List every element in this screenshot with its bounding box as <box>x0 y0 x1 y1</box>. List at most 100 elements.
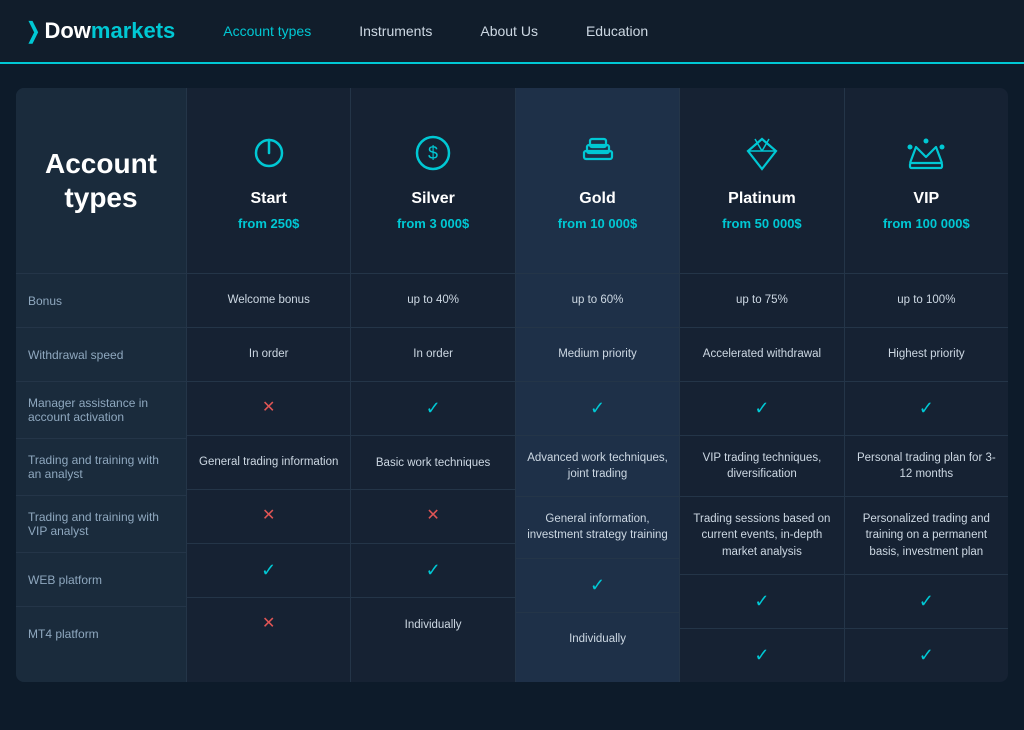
row-label-web: WEB platform <box>16 552 186 606</box>
nav-item-instruments[interactable]: Instruments <box>359 19 432 43</box>
col-silver-price: from 3 000$ <box>397 216 469 231</box>
logo-dow: Dow <box>44 18 90 43</box>
vip-manager: ✓ <box>845 381 1008 435</box>
nav-item-about-us[interactable]: About Us <box>480 19 538 43</box>
gold-manager: ✓ <box>516 381 679 435</box>
col-vip-price: from 100 000$ <box>883 216 970 231</box>
row-label-mt4: MT4 platform <box>16 606 186 660</box>
col-platinum-name: Platinum <box>728 190 796 208</box>
col-gold-price: from 10 000$ <box>558 216 638 231</box>
platinum-withdrawal: Accelerated withdrawal <box>680 327 843 381</box>
silver-manager: ✓ <box>351 381 514 435</box>
platinum-bonus: up to 75% <box>680 273 843 327</box>
check-icon: ✓ <box>919 643 934 668</box>
start-vip: ✕ <box>187 489 350 543</box>
start-mt4: ✕ <box>187 597 350 651</box>
cross-icon: ✕ <box>262 505 275 527</box>
row-label-trading-analyst: Trading and training with an analyst <box>16 438 186 495</box>
row-label-manager: Manager assistance in account activation <box>16 381 186 438</box>
col-start-name: Start <box>250 190 286 208</box>
check-icon: ✓ <box>426 558 441 583</box>
check-icon: ✓ <box>754 589 769 614</box>
row-labels: Bonus Withdrawal speed Manager assistanc… <box>16 273 186 682</box>
nav-menu: Account types Instruments About Us Educa… <box>223 19 648 43</box>
platinum-web: ✓ <box>680 574 843 628</box>
cross-icon: ✕ <box>262 613 275 635</box>
account-type-columns: Start from 250$ Welcome bonus In order ✕… <box>186 88 1008 682</box>
logo-arrow-icon: ❭ <box>24 18 42 44</box>
vip-withdrawal: Highest priority <box>845 327 1008 381</box>
cross-icon: ✕ <box>262 397 275 419</box>
check-icon: ✓ <box>590 396 605 421</box>
col-platinum: Platinum from 50 000$ up to 75% Accelera… <box>679 88 843 682</box>
row-label-withdrawal: Withdrawal speed <box>16 327 186 381</box>
gold-mt4: Individually <box>516 612 679 666</box>
col-platinum-price: from 50 000$ <box>722 216 802 231</box>
power-icon <box>247 131 291 182</box>
col-gold: Gold from 10 000$ up to 60% Medium prior… <box>515 88 679 682</box>
check-icon: ✓ <box>754 396 769 421</box>
vip-mt4: ✓ <box>845 628 1008 682</box>
svg-text:$: $ <box>428 143 438 163</box>
silver-trading: Basic work techniques <box>351 435 514 489</box>
col-vip-name: VIP <box>913 190 939 208</box>
check-icon: ✓ <box>590 573 605 598</box>
platinum-vip: Trading sessions based on current events… <box>680 496 843 573</box>
col-vip-header: VIP from 100 000$ <box>845 88 1008 273</box>
platinum-manager: ✓ <box>680 381 843 435</box>
vip-web: ✓ <box>845 574 1008 628</box>
check-icon: ✓ <box>261 558 276 583</box>
nav-item-account-types[interactable]: Account types <box>223 19 311 43</box>
start-web: ✓ <box>187 543 350 597</box>
platinum-mt4: ✓ <box>680 628 843 682</box>
cross-icon: ✕ <box>426 505 439 527</box>
row-label-bonus: Bonus <box>16 273 186 327</box>
comparison-table: Account types Bonus Withdrawal speed Man… <box>16 88 1008 682</box>
diamond-icon <box>740 131 784 182</box>
col-platinum-header: Platinum from 50 000$ <box>680 88 843 273</box>
col-gold-header: Gold from 10 000$ <box>516 88 679 273</box>
gold-trading: Advanced work techniques, joint trading <box>516 435 679 496</box>
col-silver: $ Silver from 3 000$ up to 40% In order … <box>350 88 514 682</box>
logo[interactable]: ❭ Dowmarkets <box>24 18 175 44</box>
crown-icon <box>904 131 948 182</box>
gold-withdrawal: Medium priority <box>516 327 679 381</box>
check-icon: ✓ <box>754 643 769 668</box>
main-content: Account types Bonus Withdrawal speed Man… <box>0 64 1024 706</box>
start-withdrawal: In order <box>187 327 350 381</box>
start-trading: General trading information <box>187 435 350 489</box>
start-manager: ✕ <box>187 381 350 435</box>
col-vip: VIP from 100 000$ up to 100% Highest pri… <box>844 88 1008 682</box>
platinum-trading: VIP trading techniques, diversification <box>680 435 843 496</box>
left-header: Account types <box>16 88 186 273</box>
gold-bonus: up to 60% <box>516 273 679 327</box>
gold-web: ✓ <box>516 558 679 612</box>
vip-bonus: up to 100% <box>845 273 1008 327</box>
start-bonus: Welcome bonus <box>187 273 350 327</box>
gold-vip: General information, investment strategy… <box>516 496 679 557</box>
col-start: Start from 250$ Welcome bonus In order ✕… <box>186 88 350 682</box>
check-icon: ✓ <box>426 396 441 421</box>
col-start-price: from 250$ <box>238 216 299 231</box>
vip-vip: Personalized trading and training on a p… <box>845 496 1008 573</box>
navbar: ❭ Dowmarkets Account types Instruments A… <box>0 0 1024 64</box>
check-icon: ✓ <box>919 589 934 614</box>
row-labels-column: Account types Bonus Withdrawal speed Man… <box>16 88 186 682</box>
dollar-icon: $ <box>411 131 455 182</box>
col-silver-header: $ Silver from 3 000$ <box>351 88 514 273</box>
col-gold-name: Gold <box>579 190 615 208</box>
silver-withdrawal: In order <box>351 327 514 381</box>
vip-trading: Personal trading plan for 3-12 months <box>845 435 1008 496</box>
row-label-vip-analyst: Trading and training with VIP analyst <box>16 495 186 552</box>
silver-web: ✓ <box>351 543 514 597</box>
silver-vip: ✕ <box>351 489 514 543</box>
silver-bonus: up to 40% <box>351 273 514 327</box>
col-start-header: Start from 250$ <box>187 88 350 273</box>
logo-markets: markets <box>91 18 175 43</box>
gold-bars-icon <box>576 131 620 182</box>
section-title: Account types <box>36 147 166 214</box>
check-icon: ✓ <box>919 396 934 421</box>
silver-mt4: Individually <box>351 597 514 651</box>
nav-item-education[interactable]: Education <box>586 19 648 43</box>
col-silver-name: Silver <box>411 190 455 208</box>
